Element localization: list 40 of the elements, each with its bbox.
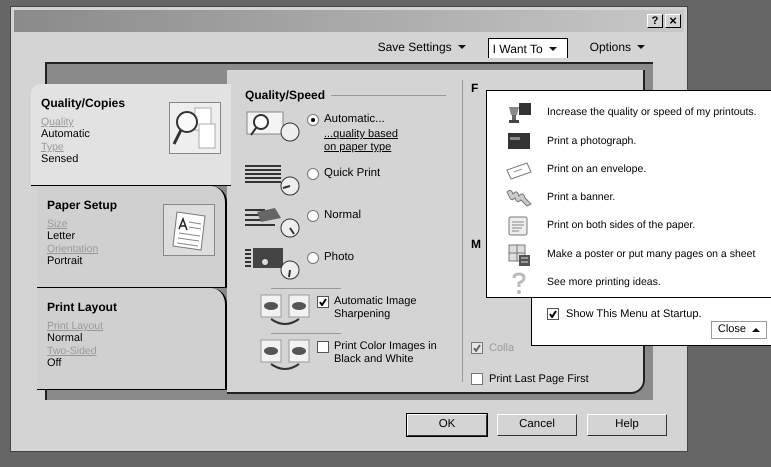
field-value: Automatic bbox=[41, 128, 91, 141]
menu-item[interactable]: Print on both sides of the paper. bbox=[505, 212, 771, 240]
field-value: Letter bbox=[47, 230, 76, 243]
field-label: Quality bbox=[41, 116, 75, 128]
radio-option[interactable]: Photo bbox=[307, 249, 354, 266]
checkbox-option[interactable]: Print Last Page First bbox=[471, 370, 643, 387]
checkbox-option[interactable]: Automatic Image Sharpening bbox=[317, 293, 442, 322]
radio-option[interactable]: Automatic... bbox=[307, 111, 404, 128]
field-value: Portrait bbox=[47, 255, 84, 268]
menu-button[interactable]: I Want To bbox=[488, 38, 568, 58]
section-title: F bbox=[471, 80, 478, 97]
field-label: Type bbox=[41, 141, 65, 153]
tab-title: Quality/Copies bbox=[41, 95, 126, 112]
help-button[interactable]: ? bbox=[647, 14, 663, 28]
menu-item[interactable]: Print a photograph. bbox=[505, 127, 771, 156]
field-value: Off bbox=[47, 357, 62, 370]
dialog-button[interactable]: Help bbox=[587, 414, 667, 436]
dialog-button[interactable]: OK bbox=[407, 414, 487, 436]
tab-title: Print Layout bbox=[47, 299, 118, 316]
tab[interactable]: Quality/Copies Quality Automatic Type Sensed bbox=[31, 84, 231, 186]
close-button[interactable]: × bbox=[665, 14, 681, 28]
menu-item[interactable]: Print a banner. bbox=[505, 184, 771, 212]
section-title: Quality/Speed bbox=[245, 87, 326, 104]
menu-item[interactable]: Print on an envelope. bbox=[505, 156, 771, 184]
field-value: Normal bbox=[47, 332, 84, 345]
radio-option[interactable]: Quick Print bbox=[307, 165, 380, 182]
menu-item[interactable]: See more printing ideas. bbox=[505, 268, 771, 297]
checkbox-option[interactable]: Print Color Images in Black and White bbox=[317, 338, 442, 366]
close-menu-button[interactable]: Close bbox=[710, 320, 767, 338]
tab-title: Paper Setup bbox=[47, 197, 118, 214]
link[interactable]: ...quality based on paper type bbox=[324, 128, 404, 154]
dialog-button[interactable]: Cancel bbox=[497, 414, 577, 436]
radio-option[interactable]: Normal bbox=[307, 207, 362, 224]
field-value: Sensed bbox=[41, 153, 80, 166]
menu-item[interactable]: Increase the quality or speed of my printouts. bbox=[505, 99, 771, 128]
menu-button[interactable]: Options bbox=[586, 37, 649, 57]
checkbox-option[interactable]: Show This Menu at Startup. bbox=[547, 306, 771, 322]
section-title: M bbox=[471, 236, 481, 253]
menu-button[interactable]: Save Settings bbox=[374, 37, 470, 57]
menu-item[interactable]: Make a poster or put many pages on a sheet bbox=[505, 240, 771, 269]
